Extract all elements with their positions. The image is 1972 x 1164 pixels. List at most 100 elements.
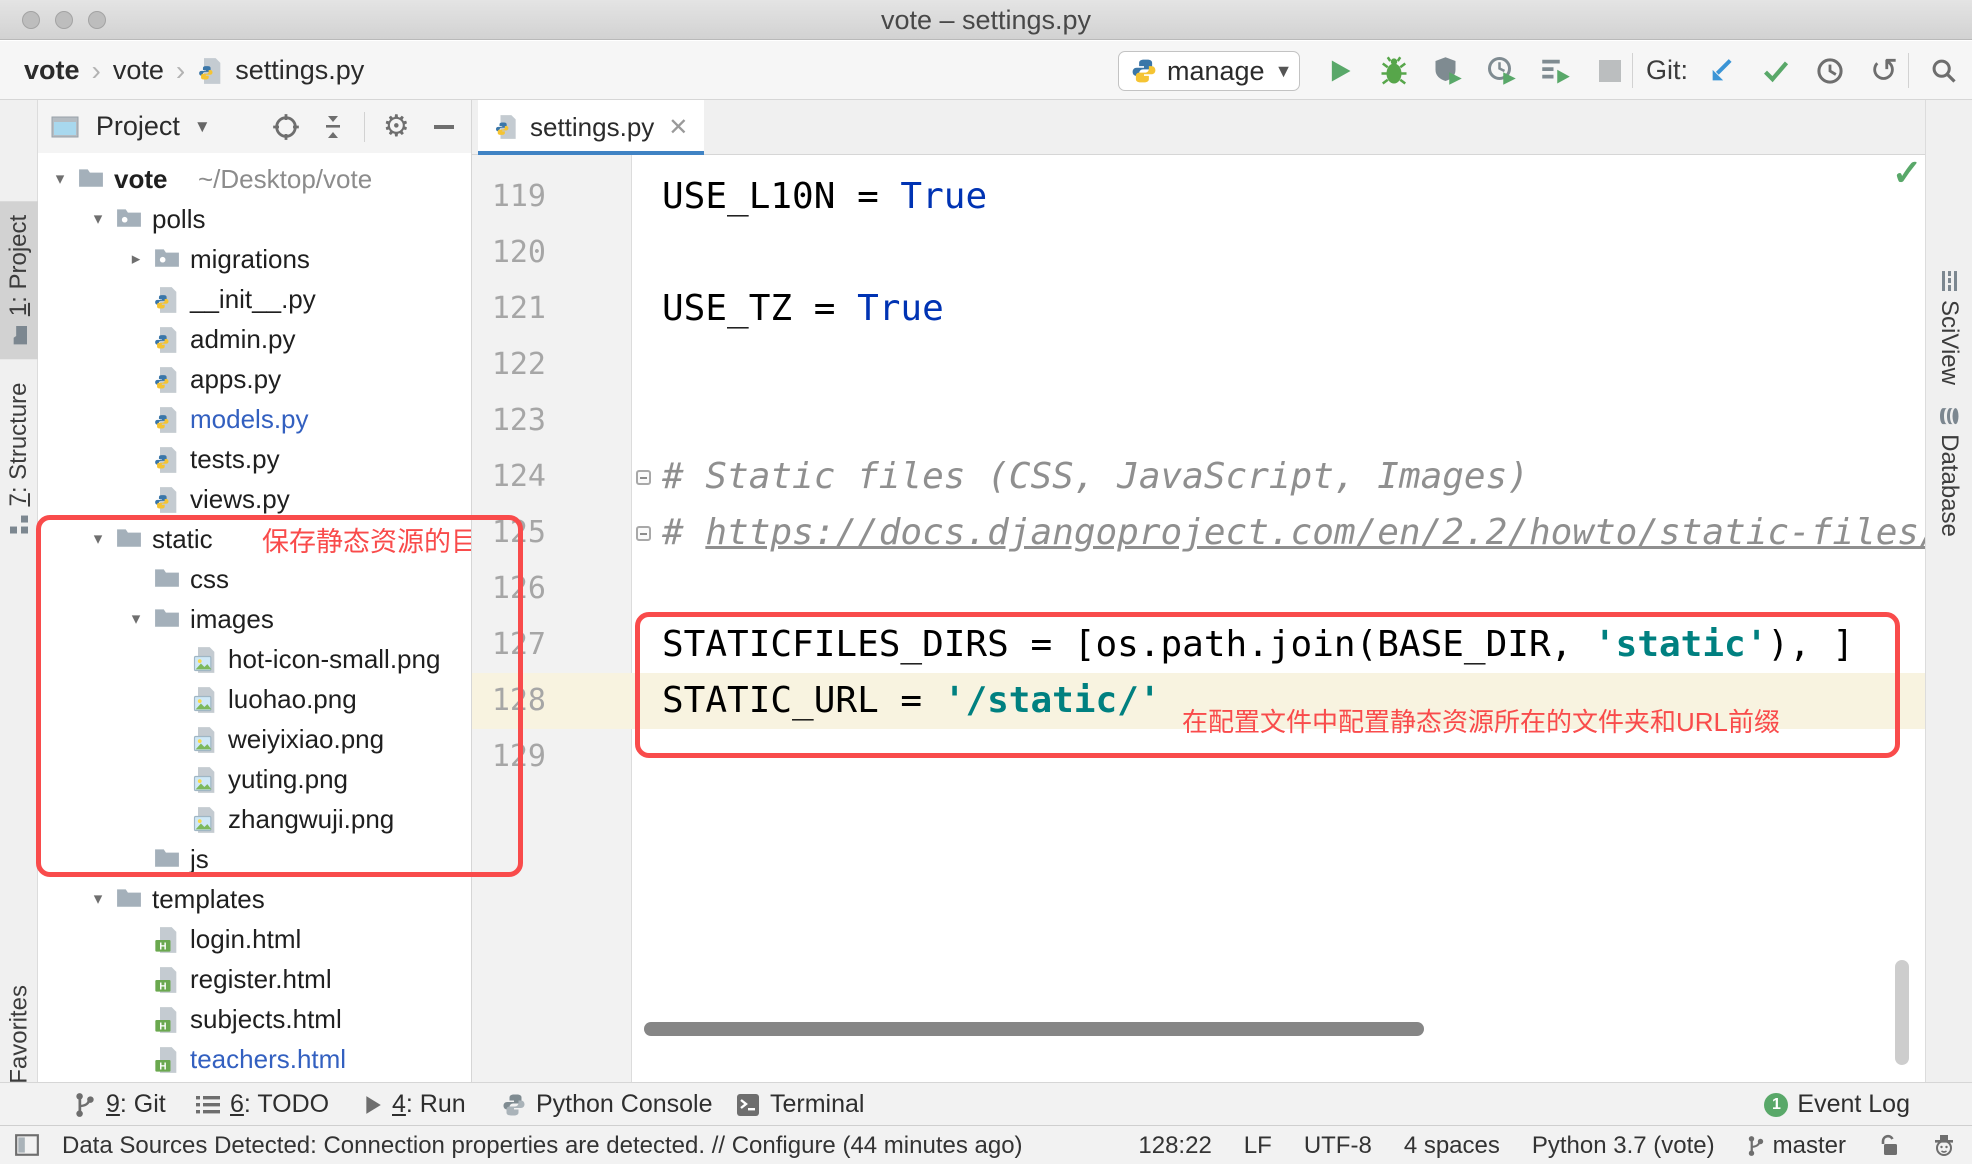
tree-item-views-py[interactable]: views.py <box>38 479 471 519</box>
debug-button[interactable] <box>1372 41 1416 100</box>
search-everywhere-icon[interactable] <box>1922 41 1966 100</box>
breadcrumb-file[interactable]: settings.py <box>235 55 364 86</box>
chevron-collapsed-icon[interactable]: ▸ <box>124 249 148 269</box>
horizontal-scrollbar[interactable] <box>644 1022 1424 1036</box>
line-number[interactable]: 127 <box>472 617 546 673</box>
tree-item-static[interactable]: ▾static保存静态资源的目录 <box>38 519 471 559</box>
tree-item-js[interactable]: js <box>38 839 471 879</box>
tree-item-luohao-png[interactable]: luohao.png <box>38 679 471 719</box>
line-number[interactable]: 126 <box>472 561 546 617</box>
tool-window-button-terminal[interactable]: Terminal <box>736 1083 864 1126</box>
indent-indicator[interactable]: 4 spaces <box>1404 1132 1500 1160</box>
tree-item-tests-py[interactable]: tests.py <box>38 439 471 479</box>
chevron-expanded-icon[interactable]: ▾ <box>86 529 110 549</box>
status-message[interactable]: Data Sources Detected: Connection proper… <box>62 1126 1023 1164</box>
git-branch-indicator[interactable]: master <box>1747 1132 1846 1160</box>
line-number[interactable]: 121 <box>472 281 546 337</box>
code-area[interactable]: 119USE_L10N = True120121USE_TZ = True122… <box>472 155 1925 1082</box>
editor-line-122[interactable]: 122 <box>472 337 1925 393</box>
editor-line-127[interactable]: 127STATICFILES_DIRS = [os.path.join(BASE… <box>472 617 1925 673</box>
tree-item-yuting-png[interactable]: yuting.png <box>38 759 471 799</box>
tree-item-migrations[interactable]: ▸migrations <box>38 239 471 279</box>
tree-item-admin-py[interactable]: admin.py <box>38 319 471 359</box>
tree-item-css[interactable]: css <box>38 559 471 599</box>
tree-item-login-html[interactable]: Hlogin.html <box>38 919 471 959</box>
hide-panel-icon[interactable] <box>427 109 461 145</box>
tree-item-polls[interactable]: ▾polls <box>38 199 471 239</box>
fold-region-icon[interactable] <box>636 470 651 485</box>
tool-window-label: Python Console <box>536 1090 713 1119</box>
editor-line-120[interactable]: 120 <box>472 225 1925 281</box>
editor-line-125[interactable]: 125# https://docs.djangoproject.com/en/2… <box>472 505 1925 561</box>
tree-item-teachers-html[interactable]: Hteachers.html <box>38 1039 471 1079</box>
line-number[interactable]: 123 <box>472 393 546 449</box>
tree-item-templates[interactable]: ▾templates <box>38 879 471 919</box>
line-number[interactable]: 125 <box>472 505 546 561</box>
run-configuration-select[interactable]: manage ▼ <box>1118 51 1300 91</box>
tree-item-images[interactable]: ▾images <box>38 599 471 639</box>
profiler-button[interactable] <box>1480 41 1524 100</box>
line-number[interactable]: 119 <box>472 169 546 225</box>
encoding-indicator[interactable]: UTF-8 <box>1304 1132 1372 1160</box>
settings-gear-icon[interactable]: ⚙ <box>379 109 413 145</box>
inspections-ok-icon[interactable]: ✓ <box>1892 152 1922 194</box>
run-configurations-button[interactable] <box>1534 41 1578 100</box>
chevron-expanded-icon[interactable]: ▾ <box>86 889 110 909</box>
editor-tab-settings-py[interactable]: settings.py ✕ <box>478 100 704 154</box>
tool-window-button-git[interactable]: 9: Git <box>74 1083 166 1126</box>
editor-line-119[interactable]: 119USE_L10N = True <box>472 169 1925 225</box>
tool-window-button-run[interactable]: 4: Run <box>364 1083 466 1126</box>
rollback-button[interactable]: ↺ <box>1862 41 1906 100</box>
locate-icon[interactable] <box>269 109 303 145</box>
tree-item-subjects-html[interactable]: Hsubjects.html <box>38 999 471 1039</box>
line-ending-indicator[interactable]: LF <box>1244 1132 1272 1160</box>
tool-window-button-structure[interactable]: 7: Structure <box>0 368 41 547</box>
breadcrumb-project[interactable]: vote <box>24 55 80 86</box>
tree-item-models-py[interactable]: models.py <box>38 399 471 439</box>
tree-item-register-html[interactable]: Hregister.html <box>38 959 471 999</box>
close-icon[interactable]: ✕ <box>668 113 688 142</box>
tool-window-button-python-console[interactable]: Python Console <box>502 1083 713 1126</box>
fold-region-icon[interactable] <box>636 526 651 541</box>
breadcrumb-package[interactable]: vote <box>113 55 164 86</box>
event-log-button[interactable]: 1 Event Log <box>1764 1083 1910 1126</box>
line-number[interactable]: 128 <box>472 673 546 729</box>
tool-window-button-database[interactable]: Database <box>1927 393 1971 551</box>
stop-button[interactable] <box>1588 41 1632 100</box>
git-commit-button[interactable] <box>1754 41 1798 100</box>
tree-item--init-py[interactable]: __init__.py <box>38 279 471 319</box>
project-panel: Project ▼ ⚙ ▾vote~/Desktop/vote▾polls▸mi… <box>38 100 472 1082</box>
interpreter-indicator[interactable]: Python 3.7 (vote) <box>1532 1132 1715 1160</box>
editor-line-126[interactable]: 126 <box>472 561 1925 617</box>
tool-window-button-todo[interactable]: 6: TODO <box>196 1083 329 1126</box>
line-number[interactable]: 122 <box>472 337 546 393</box>
tree-item-zhangwuji-png[interactable]: zhangwuji.png <box>38 799 471 839</box>
git-update-button[interactable] <box>1700 41 1744 100</box>
project-view-title[interactable]: Project <box>96 111 180 142</box>
run-with-coverage-button[interactable] <box>1426 41 1470 100</box>
chevron-expanded-icon[interactable]: ▾ <box>86 209 110 229</box>
vertical-scrollbar[interactable] <box>1895 960 1909 1065</box>
lock-open-icon[interactable] <box>1878 1134 1900 1158</box>
editor-line-123[interactable]: 123 <box>472 393 1925 449</box>
tree-item-vote[interactable]: ▾vote~/Desktop/vote <box>38 159 471 199</box>
line-number[interactable]: 120 <box>472 225 546 281</box>
chevron-expanded-icon[interactable]: ▾ <box>124 609 148 629</box>
git-history-button[interactable] <box>1808 41 1852 100</box>
collapse-all-icon[interactable] <box>317 109 351 145</box>
chevron-expanded-icon[interactable]: ▾ <box>48 169 72 189</box>
tree-item-hot-icon-small-png[interactable]: hot-icon-small.png <box>38 639 471 679</box>
run-button[interactable] <box>1318 41 1362 100</box>
line-number[interactable]: 124 <box>472 449 546 505</box>
hector-inspector-icon[interactable] <box>1932 1134 1956 1158</box>
tool-window-button-sciview[interactable]: SciView <box>1927 257 1971 399</box>
tool-window-button-project[interactable]: 1: Project <box>0 201 41 359</box>
editor-line-121[interactable]: 121USE_TZ = True <box>472 281 1925 337</box>
tool-window-toggle-icon[interactable] <box>14 1132 40 1158</box>
line-number[interactable]: 129 <box>472 729 546 785</box>
caret-position[interactable]: 128:22 <box>1138 1132 1211 1160</box>
editor[interactable]: settings.py ✕ 119USE_L10N = True120121US… <box>472 100 1925 1082</box>
tree-item-weiyixiao-png[interactable]: weiyixiao.png <box>38 719 471 759</box>
tree-item-apps-py[interactable]: apps.py <box>38 359 471 399</box>
editor-line-124[interactable]: 124# Static files (CSS, JavaScript, Imag… <box>472 449 1925 505</box>
